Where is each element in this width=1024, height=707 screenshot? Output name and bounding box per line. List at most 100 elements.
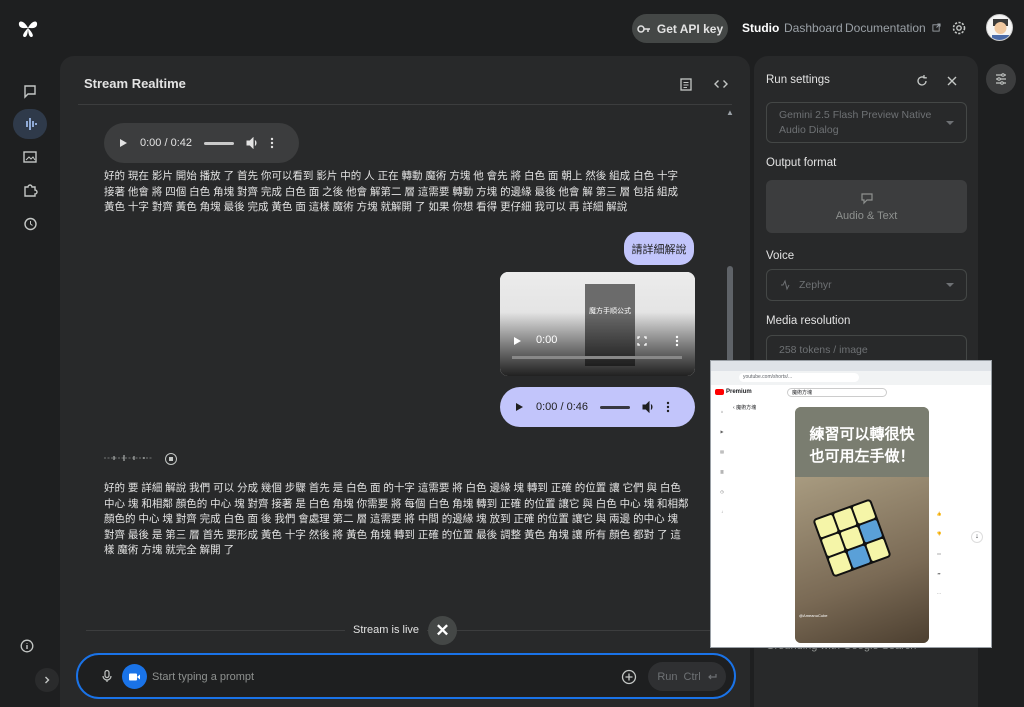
stop-stream-button[interactable]: ✕ <box>428 616 457 645</box>
header-divider <box>78 104 732 105</box>
yt-home-icon: ⌂ <box>720 409 724 414</box>
youtube-label: Premium <box>726 389 752 395</box>
output-format-option[interactable]: Audio & Text <box>766 180 967 233</box>
model-audio-player[interactable]: 0:00 / 0:42 <box>104 123 299 163</box>
dislike-icon: 👎 <box>936 531 942 536</box>
play-icon[interactable] <box>512 336 522 346</box>
model-select[interactable]: Gemini 2.5 Flash Preview Native Audio Di… <box>766 102 967 143</box>
more-vert-icon[interactable] <box>666 401 670 413</box>
toggle-settings-button[interactable] <box>986 64 1016 94</box>
run-label: Run <box>657 670 678 683</box>
nav-documentation[interactable]: Documentation <box>845 21 941 35</box>
model-response-text-detailed: 好的 要 詳細 解說 我們 可以 分成 幾個 步驟 首先 是 白色 面 的十字 … <box>104 482 689 556</box>
youtube-search-box: 魔術方塊 <box>787 388 887 397</box>
camera-toggle-button[interactable] <box>122 664 147 689</box>
comment-icon: ▭ <box>937 551 941 556</box>
stream-panel: Stream Realtime ▲ 0:00 / 0:42 好的 現在 影片 開… <box>60 56 750 707</box>
puzzle-icon[interactable] <box>18 178 42 202</box>
audio-progress-track[interactable] <box>204 141 234 145</box>
get-api-key-label: Get API key <box>656 21 724 36</box>
code-icon[interactable] <box>713 76 729 92</box>
play-icon[interactable] <box>118 138 128 148</box>
more-vert-icon[interactable] <box>675 335 679 347</box>
screen-share-preview: youtube.com/shorts/... Premium 魔術方塊 ‹ 魔術… <box>710 360 992 648</box>
reset-icon[interactable] <box>915 74 929 88</box>
tune-icon <box>996 73 1006 85</box>
external-link-icon <box>932 23 941 32</box>
browser-tab-strip <box>711 361 991 371</box>
volume-icon[interactable] <box>246 137 258 149</box>
add-circle-icon[interactable] <box>621 669 637 685</box>
yt-subscriptions-icon: ▤ <box>720 449 724 454</box>
youtube-logo: Premium <box>715 389 752 395</box>
key-icon <box>637 24 650 33</box>
expand-sidebar-button[interactable] <box>35 668 59 692</box>
audio-text-icon <box>860 192 873 204</box>
chevron-right-icon <box>45 676 50 684</box>
user-message-bubble: 請詳細解說 <box>624 232 694 265</box>
output-format-value: Audio & Text <box>835 209 898 222</box>
video-time: 0:00 <box>536 334 558 346</box>
chevron-down-icon <box>946 283 954 287</box>
yt-history-icon: ◷ <box>720 489 724 494</box>
prompt-bar: Run Ctrl <box>76 653 736 699</box>
prompt-input[interactable] <box>152 668 612 686</box>
youtube-play-icon <box>715 389 724 395</box>
yt-library-icon: ▥ <box>720 469 724 474</box>
share-icon: ➦ <box>937 571 941 576</box>
page-title: Stream Realtime <box>84 76 186 91</box>
more-icon: ⋯ <box>937 591 941 596</box>
microphone-icon[interactable] <box>100 669 114 683</box>
stop-playback-icon[interactable] <box>165 453 177 465</box>
avatar-face-icon <box>992 19 1009 40</box>
scroll-up-arrow-icon[interactable]: ▲ <box>726 108 734 117</box>
shorts-back-label: ‹ 魔術方塊 <box>733 405 757 411</box>
voice-select[interactable]: Zephyr <box>766 269 967 301</box>
video-controls-overlay <box>500 312 695 376</box>
audio-time: 0:00 / 0:42 <box>140 137 192 149</box>
history-icon[interactable] <box>18 212 42 236</box>
settings-gear-icon[interactable] <box>951 20 967 36</box>
user-audio-player[interactable]: 0:00 / 0:46 <box>500 387 695 427</box>
chevron-down-icon <box>946 120 954 125</box>
clipboard-icon[interactable] <box>678 76 694 92</box>
yt-download-icon: ↓ <box>721 509 723 514</box>
more-vert-icon[interactable] <box>270 137 274 149</box>
voice-wave-icon <box>781 279 790 291</box>
close-icon[interactable] <box>946 75 958 87</box>
image-gallery-icon[interactable] <box>18 145 42 169</box>
info-icon[interactable] <box>20 639 34 653</box>
app-logo-icon[interactable] <box>16 16 40 40</box>
shorts-back-text: 魔術方塊 <box>736 405 757 411</box>
run-settings-title: Run settings <box>766 74 830 86</box>
media-resolution-value: 258 tokens / image <box>779 344 868 356</box>
short-caption-line-1: 練習可以轉很快 <box>809 425 915 443</box>
model-response-text: 好的 現在 影片 開始 播放 了 首先 你可以看到 影片 中的 人 正在 轉動 … <box>104 170 679 213</box>
chat-prompt-icon[interactable] <box>18 79 42 103</box>
short-caption-line-2: 也可用左手做！ <box>809 447 915 465</box>
audio-time: 0:00 / 0:46 <box>536 401 588 413</box>
run-shortcut: Ctrl <box>683 670 701 683</box>
nav-documentation-label: Documentation <box>845 21 926 35</box>
browser-url-bar: youtube.com/shorts/... <box>739 373 859 382</box>
volume-icon[interactable] <box>642 401 654 413</box>
short-video-caption: 練習可以轉很快 也可用左手做！ <box>795 423 929 467</box>
media-resolution-label: Media resolution <box>766 315 851 327</box>
like-icon: 👍 <box>936 511 942 516</box>
stream-status-label: Stream is live <box>345 624 428 636</box>
fullscreen-icon[interactable] <box>637 336 647 346</box>
stream-waveform-icon[interactable] <box>18 112 42 136</box>
video-progress-bar[interactable] <box>512 356 682 359</box>
nav-dashboard[interactable]: Dashboard <box>784 21 843 35</box>
videocam-icon <box>129 673 140 680</box>
voice-select-value: Zephyr <box>799 279 832 291</box>
play-icon[interactable] <box>514 402 524 412</box>
short-channel-name: @AmeanuCube <box>799 613 828 618</box>
output-format-label: Output format <box>766 157 837 169</box>
audio-progress-track[interactable] <box>600 405 630 409</box>
nav-studio[interactable]: Studio <box>742 21 779 35</box>
get-api-key-button[interactable]: Get API key <box>632 14 728 43</box>
user-avatar[interactable] <box>986 14 1013 41</box>
user-video-player[interactable]: 魔方手順公式 0:00 <box>500 272 695 376</box>
run-button[interactable]: Run Ctrl <box>648 662 726 691</box>
